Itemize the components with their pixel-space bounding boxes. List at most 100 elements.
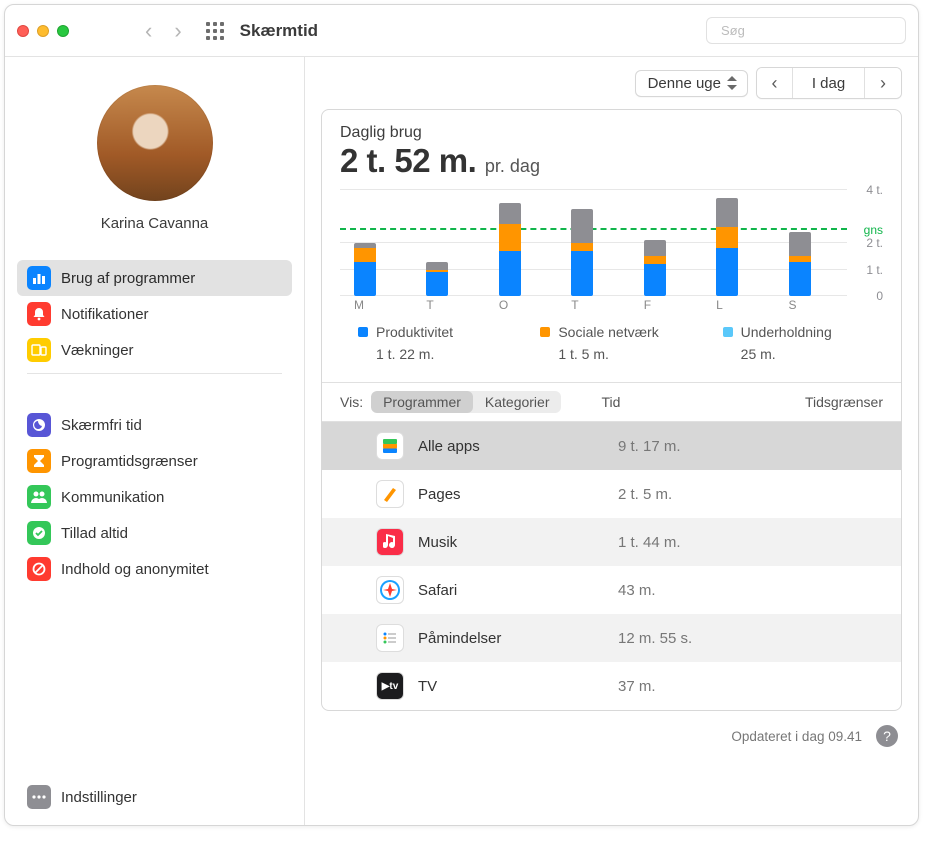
- table-row[interactable]: Pages 2 t. 5 m.: [322, 470, 901, 518]
- app-name: Pages: [418, 486, 618, 503]
- window-title: Skærmtid: [240, 21, 318, 41]
- updown-icon: [727, 76, 737, 90]
- pen-icon: [376, 480, 404, 508]
- legend-item: Sociale netværk: [540, 324, 682, 340]
- day-stepper: ‹ I dag ›: [756, 67, 902, 99]
- daily-average: 2 t. 52 m. pr. dag: [340, 142, 883, 180]
- range-label: Denne uge: [648, 75, 721, 92]
- bar-chart-icon: [27, 266, 51, 290]
- minimize-icon[interactable]: [37, 25, 49, 37]
- forward-icon[interactable]: ›: [174, 20, 181, 42]
- segment-option[interactable]: Programmer: [371, 391, 473, 413]
- app-name: Musik: [418, 534, 618, 551]
- window-controls: [17, 25, 69, 37]
- range-picker[interactable]: Denne uge: [635, 70, 748, 97]
- sidebar-item-label: Skærmfri tid: [61, 417, 142, 434]
- day-label: S: [775, 298, 847, 312]
- legend-label: Sociale netværk: [558, 324, 658, 340]
- search-input[interactable]: [721, 23, 897, 38]
- y-tick-label: 1 t.: [866, 263, 883, 277]
- app-time: 43 m.: [618, 582, 656, 599]
- list-icon: [376, 624, 404, 652]
- sidebar: Karina Cavanna Brug af programmer Notifi…: [5, 57, 305, 825]
- user-name: Karina Cavanna: [101, 215, 209, 232]
- table-row[interactable]: Musik 1 t. 44 m.: [322, 518, 901, 566]
- back-icon[interactable]: ‹: [145, 20, 152, 42]
- segment-option[interactable]: Kategorier: [473, 391, 562, 413]
- devices-icon: [27, 338, 51, 362]
- day-label: O: [485, 298, 557, 312]
- time-column-header: Tid: [601, 394, 620, 410]
- app-name: Safari: [418, 582, 618, 599]
- day-label: L: [702, 298, 774, 312]
- table-row[interactable]: Påmindelser 12 m. 55 s.: [322, 614, 901, 662]
- sidebar-item-1[interactable]: Notifikationer: [17, 296, 292, 332]
- check-shield-icon: [27, 521, 51, 545]
- app-time: 9 t. 17 m.: [618, 438, 681, 455]
- app-time: 37 m.: [618, 678, 656, 695]
- day-label: M: [340, 298, 412, 312]
- legend-value: 25 m.: [741, 346, 865, 362]
- footer: Opdateret i dag 09.41 ?: [305, 719, 918, 757]
- app-name: Alle apps: [418, 438, 618, 455]
- sidebar-divider: [27, 373, 282, 374]
- chevron-left-icon: ‹: [772, 73, 778, 93]
- y-tick-label: 4 t.: [866, 183, 883, 197]
- legend-value: 1 t. 5 m.: [558, 346, 682, 362]
- sidebar-item-0[interactable]: Brug af programmer: [17, 260, 292, 296]
- day-label: T: [557, 298, 629, 312]
- apps-grid-icon[interactable]: [206, 22, 224, 40]
- sidebar-item-1[interactable]: Programtidsgrænser: [17, 443, 292, 479]
- day-label: F: [630, 298, 702, 312]
- filter-bar: Vis: ProgrammerKategorier Tid Tidsgrænse…: [322, 383, 901, 422]
- today-button[interactable]: I dag: [793, 68, 865, 98]
- bell-icon: [27, 302, 51, 326]
- note-icon: [376, 528, 404, 556]
- moon-icon: [27, 413, 51, 437]
- view-segment[interactable]: ProgrammerKategorier: [371, 391, 561, 413]
- card-title: Daglig brug: [340, 124, 883, 142]
- help-icon[interactable]: ?: [876, 725, 898, 747]
- people-icon: [27, 485, 51, 509]
- usage-card: Daglig brug 2 t. 52 m. pr. dag MTOTFLS 0…: [321, 109, 902, 711]
- close-icon[interactable]: [17, 25, 29, 37]
- sidebar-item-label: Indhold og anonymitet: [61, 561, 209, 578]
- sidebar-item-settings[interactable]: Indstillinger: [17, 779, 292, 815]
- chart-bar: [571, 209, 593, 296]
- prev-day-button[interactable]: ‹: [757, 68, 793, 98]
- next-day-button[interactable]: ›: [865, 68, 901, 98]
- tv-icon: ▶tv: [376, 672, 404, 700]
- legend-label: Underholdning: [741, 324, 832, 340]
- table-row[interactable]: Alle apps 9 t. 17 m.: [322, 422, 901, 470]
- legend-swatch: [540, 327, 550, 337]
- legend-label: Produktivitet: [376, 324, 453, 340]
- table-row[interactable]: ▶tv TV 37 m.: [322, 662, 901, 710]
- chart-bar: [354, 243, 376, 296]
- show-label: Vis:: [340, 394, 363, 410]
- sidebar-item-0[interactable]: Skærmfri tid: [17, 407, 292, 443]
- titlebar: ‹ › Skærmtid: [5, 5, 918, 57]
- avatar[interactable]: [97, 85, 213, 201]
- nav-arrows: ‹ ›: [145, 20, 182, 42]
- sidebar-item-2[interactable]: Kommunikation: [17, 479, 292, 515]
- chart-bar: [499, 203, 521, 296]
- ellipsis-icon: [27, 785, 51, 809]
- sidebar-item-2[interactable]: Vækninger: [17, 332, 292, 368]
- usage-chart: MTOTFLS 01 t.2 t.4 t.gns: [340, 190, 883, 310]
- sidebar-item-label: Vækninger: [61, 342, 134, 359]
- sidebar-item-4[interactable]: Indhold og anonymitet: [17, 551, 292, 587]
- app-time: 12 m. 55 s.: [618, 630, 692, 647]
- nosign-icon: [27, 557, 51, 581]
- sidebar-item-3[interactable]: Tillad altid: [17, 515, 292, 551]
- fullscreen-icon[interactable]: [57, 25, 69, 37]
- legend-swatch: [723, 327, 733, 337]
- sidebar-item-label: Brug af programmer: [61, 270, 195, 287]
- hourglass-icon: [27, 449, 51, 473]
- app-time: 1 t. 44 m.: [618, 534, 681, 551]
- table-row[interactable]: Safari 43 m.: [322, 566, 901, 614]
- search-field[interactable]: [706, 17, 906, 44]
- app-name: Påmindelser: [418, 630, 618, 647]
- sidebar-settings-label: Indstillinger: [61, 789, 137, 806]
- legend-value: 1 t. 22 m.: [376, 346, 500, 362]
- app-name: TV: [418, 678, 618, 695]
